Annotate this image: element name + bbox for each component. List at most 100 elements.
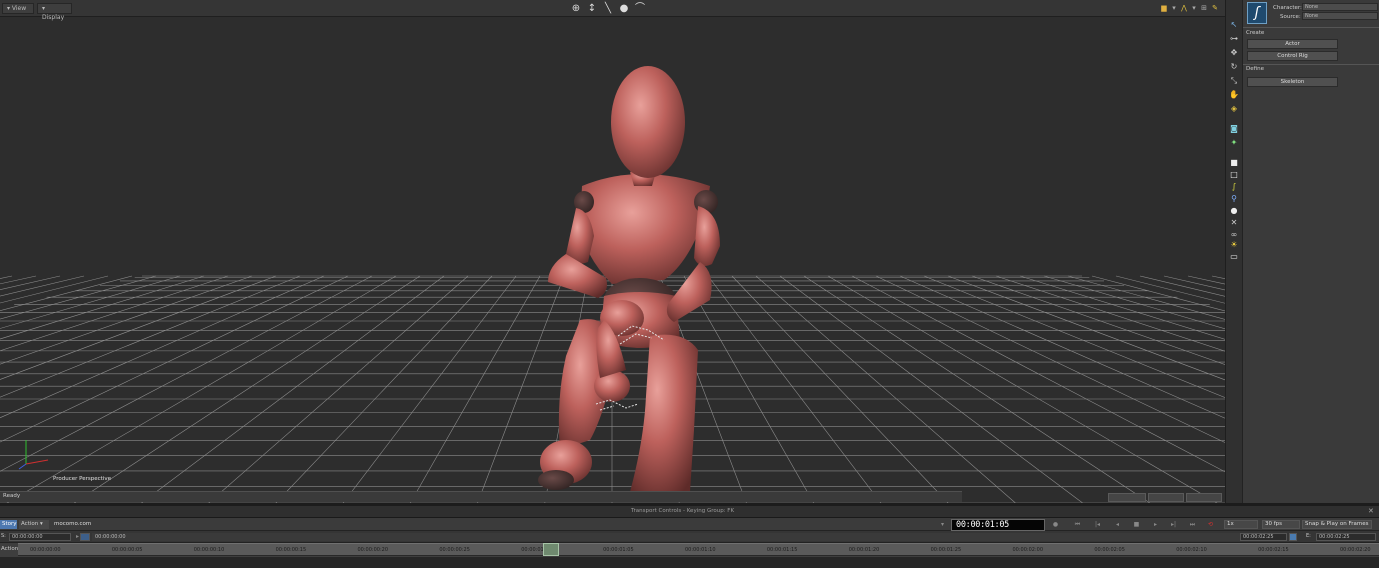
transport-title: Transport Controls - Keying Group: FK <box>630 508 735 514</box>
create-section-label: Create <box>1246 30 1265 36</box>
story-tab[interactable]: Story <box>0 520 17 529</box>
snap-mode-select[interactable]: Snap & Play on Frames <box>1302 520 1372 529</box>
end-time-field-b[interactable]: 00:00:02:25 <box>1316 533 1376 541</box>
dropdown-arrow-icon[interactable]: ▾ <box>1170 4 1178 13</box>
dropdown-arrow-icon[interactable]: ▾ <box>938 521 947 529</box>
sun-icon[interactable]: ☀ <box>1229 240 1239 250</box>
prev-key-icon[interactable]: |◂ <box>1093 521 1102 529</box>
grid-toggle-icon[interactable]: ⊞ <box>1200 4 1208 13</box>
next-key-icon[interactable]: ▸| <box>1169 521 1178 529</box>
bone-line-icon[interactable]: ╲ <box>602 2 614 15</box>
transport-title-bar: Transport Controls - Keying Group: FK ✕ <box>0 506 1379 518</box>
source-label: Source: <box>1280 14 1301 20</box>
start-time-field[interactable]: 00:00:00:00 <box>9 533 71 541</box>
timeline-tick-label: 00:00:02:15 <box>1258 547 1289 553</box>
timeline-tick-label: 00:00:01:05 <box>603 547 634 553</box>
current-time-field[interactable]: 00:00:00:00 <box>92 533 1287 541</box>
timeline-tick-label: 00:00:01:15 <box>766 547 798 553</box>
sphere-icon[interactable]: ● <box>618 2 630 15</box>
character-controls-panel: ʃ Character: None Source: None Create Ac… <box>1242 0 1379 503</box>
mannequin-figure[interactable] <box>0 0 1225 503</box>
light-icon[interactable]: ✦ <box>1229 138 1239 148</box>
define-section-label: Define <box>1246 66 1264 72</box>
end-time-field-a[interactable]: 00:00:02:25 <box>1240 533 1287 541</box>
timeline-tick-label: 00:00:02:10 <box>1176 547 1207 553</box>
skeleton-button[interactable]: Skeleton <box>1247 77 1338 87</box>
fps-select[interactable]: 30 fps <box>1262 520 1300 529</box>
translate-tool-icon[interactable]: ⊕ <box>570 2 582 15</box>
speed-select[interactable]: 1x <box>1224 520 1258 529</box>
arc-icon[interactable]: ⌒ <box>634 2 646 15</box>
timeline-tick-label: 00:00:00:20 <box>357 547 389 553</box>
sphere-icon[interactable]: ● <box>1229 206 1239 216</box>
close-icon[interactable]: ✕ <box>1368 507 1374 515</box>
marker-icon[interactable]: ⚲ <box>1229 194 1239 204</box>
axis-gizmo <box>18 440 49 470</box>
3d-viewport[interactable]: ▾ View ▾ Display ⊕ ↕ ╲ ● ⌒ ▆ ▾ ⋀ ▾ ⊞ ✎ P… <box>0 0 1225 503</box>
divider <box>1243 64 1379 65</box>
null-icon[interactable]: ✕ <box>1229 218 1239 228</box>
divider <box>1243 27 1379 28</box>
go-start-icon[interactable]: ⏮ <box>1073 521 1082 529</box>
play-reverse-icon[interactable]: ◂ <box>1113 521 1122 529</box>
start-label: S: <box>1 533 6 539</box>
timeline-tick-label: 00:00:02:05 <box>1094 547 1125 553</box>
timeline-tick-label: 00:00:01:25 <box>930 547 962 553</box>
go-end-icon[interactable]: ⏭ <box>1188 521 1197 529</box>
grab-hand-icon[interactable]: ✋ <box>1229 90 1239 100</box>
curve-path-icon[interactable]: ∫ <box>1229 182 1239 192</box>
cube-icon[interactable]: ■ <box>1229 158 1239 168</box>
move-arrow-icon[interactable]: ↕ <box>586 2 598 15</box>
transport-controls: Story Action ▾ mocomo.com ▾ ● ⏮ |◂ ◂ ■ ▸… <box>0 518 1379 531</box>
timeline-tick-label: 00:00:00:10 <box>193 547 225 553</box>
scale-icon[interactable]: ⤡ <box>1229 76 1239 86</box>
viewport-toolbar: ▾ View ▾ Display ⊕ ↕ ╲ ● ⌒ ▆ ▾ ⋀ ▾ ⊞ ✎ <box>0 0 1225 21</box>
actor-button[interactable]: Actor <box>1247 39 1338 49</box>
loop-icon[interactable]: ⟲ <box>1206 521 1215 529</box>
timeline-row-label: Action <box>1 546 19 552</box>
viewport-camera-label: Producer Perspective <box>53 476 111 482</box>
stop-icon[interactable]: ■ <box>1132 521 1141 529</box>
take-select[interactable]: mocomo.com <box>51 520 946 529</box>
box-icon[interactable]: □ <box>1229 170 1239 180</box>
status-text: Ready <box>3 493 21 499</box>
dropdown-arrow-icon: ▾ <box>42 5 46 12</box>
bottom-strip <box>0 557 1379 568</box>
view-mode-button[interactable] <box>1108 493 1146 502</box>
camera-icon[interactable]: ◙ <box>1229 124 1239 134</box>
flag-icon[interactable] <box>80 533 90 541</box>
time-range-row: S: 00:00:00:00 ▸ 00:00:00:00 00:00:02:25… <box>0 531 1379 543</box>
tool-strip: ↖ ⊶ ✥ ↻ ⤡ ✋ ◈ ◙ ✦ ■ □ ∫ ⚲ ● ✕ ∞ ☀ ▭ <box>1225 0 1242 503</box>
view-menu[interactable]: ▾ View <box>2 3 34 14</box>
current-time-display[interactable]: 00:00:01:05 <box>951 519 1045 531</box>
link-icon[interactable] <box>1289 533 1297 541</box>
keying-icon[interactable]: ▆ <box>1160 4 1168 13</box>
move-icon[interactable]: ⊶ <box>1229 34 1239 44</box>
view-mode-button[interactable] <box>1148 493 1184 502</box>
rotate-icon[interactable]: ↻ <box>1229 62 1239 72</box>
select-arrow-icon[interactable]: ↖ <box>1229 20 1239 30</box>
end-label: E: <box>1306 533 1311 539</box>
view-mode-button[interactable] <box>1186 493 1222 502</box>
play-icon[interactable]: ▸ <box>1151 521 1160 529</box>
square-outline-icon[interactable]: ▭ <box>1229 252 1239 262</box>
playhead[interactable] <box>543 543 560 556</box>
timeline-tick-label: 00:00:01:20 <box>848 547 880 553</box>
control-rig-button[interactable]: Control Rig <box>1247 51 1338 61</box>
action-tab[interactable]: Action ▾ <box>19 520 49 529</box>
source-select[interactable]: None <box>1302 12 1378 20</box>
dropdown-arrow-icon: ▾ <box>39 521 43 527</box>
dropdown-arrow-icon[interactable]: ▾ <box>1190 4 1198 13</box>
pencil-icon[interactable]: ✎ <box>1211 4 1219 13</box>
timeline-tick-label: 00:00:02:00 <box>1012 547 1044 553</box>
curve-icon[interactable]: ⋀ <box>1180 4 1188 13</box>
character-label: Character: <box>1273 5 1302 11</box>
timeline-tick-label: 00:00:00:05 <box>111 547 143 553</box>
chain-icon[interactable]: ∞ <box>1229 230 1239 240</box>
display-menu[interactable]: ▾ Display <box>37 3 72 21</box>
app-window: ▾ View ▾ Display ⊕ ↕ ╲ ● ⌒ ▆ ▾ ⋀ ▾ ⊞ ✎ P… <box>0 0 1379 568</box>
record-icon[interactable]: ● <box>1051 521 1060 529</box>
translate-icon[interactable]: ✥ <box>1229 48 1239 58</box>
snap-icon[interactable]: ◈ <box>1229 104 1239 114</box>
character-select[interactable]: None <box>1302 3 1378 11</box>
